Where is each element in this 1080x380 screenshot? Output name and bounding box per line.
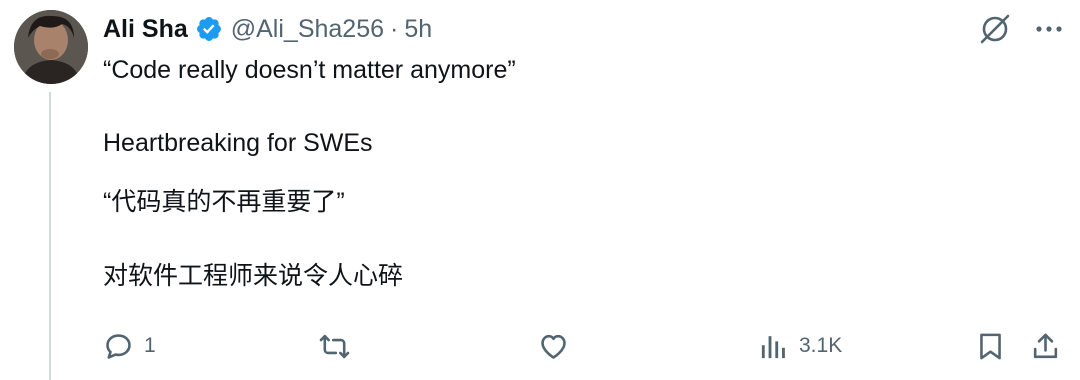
retweet-button[interactable]	[319, 326, 360, 366]
bookmark-button[interactable]	[975, 326, 1006, 366]
tweet-text-line: “代码真的不再重要了”	[103, 188, 345, 216]
tweet-text-line: Heartbreaking for SWEs	[103, 129, 373, 157]
author-handle[interactable]: @Ali_Sha256	[231, 15, 384, 44]
more-icon[interactable]	[1034, 14, 1064, 44]
top-actions	[978, 12, 1064, 46]
reply-icon	[106, 333, 131, 359]
tweet-timestamp[interactable]: 5h	[404, 15, 432, 44]
reply-button[interactable]: 1	[103, 326, 156, 366]
like-button[interactable]	[538, 326, 579, 366]
grok-icon[interactable]	[978, 12, 1012, 46]
views-button[interactable]: 3.1K	[758, 326, 842, 366]
avatar[interactable]	[14, 10, 88, 84]
share-icon	[1033, 333, 1058, 358]
action-bar: 1 3.1K	[103, 326, 1063, 366]
author-name[interactable]: Ali Sha	[103, 15, 188, 44]
tweet: Ali Sha @Ali_Sha256 · 5h “Code really do	[0, 0, 1080, 380]
like-icon	[541, 334, 566, 359]
views-count: 3.1K	[799, 334, 843, 357]
verified-badge-icon	[195, 15, 223, 43]
views-icon	[761, 335, 785, 358]
tweet-text-line: 对软件工程师来说令人心碎	[103, 262, 404, 290]
tweet-header: Ali Sha @Ali_Sha256 · 5h	[103, 12, 432, 46]
separator-dot: ·	[390, 14, 399, 43]
tweet-text-line: “Code really doesn’t matter anymore”	[103, 56, 516, 84]
retweet-icon	[319, 334, 350, 358]
reply-count: 1	[144, 334, 156, 357]
thread-line	[49, 92, 51, 380]
share-button[interactable]	[1030, 326, 1061, 366]
bookmark-icon	[980, 333, 1001, 359]
